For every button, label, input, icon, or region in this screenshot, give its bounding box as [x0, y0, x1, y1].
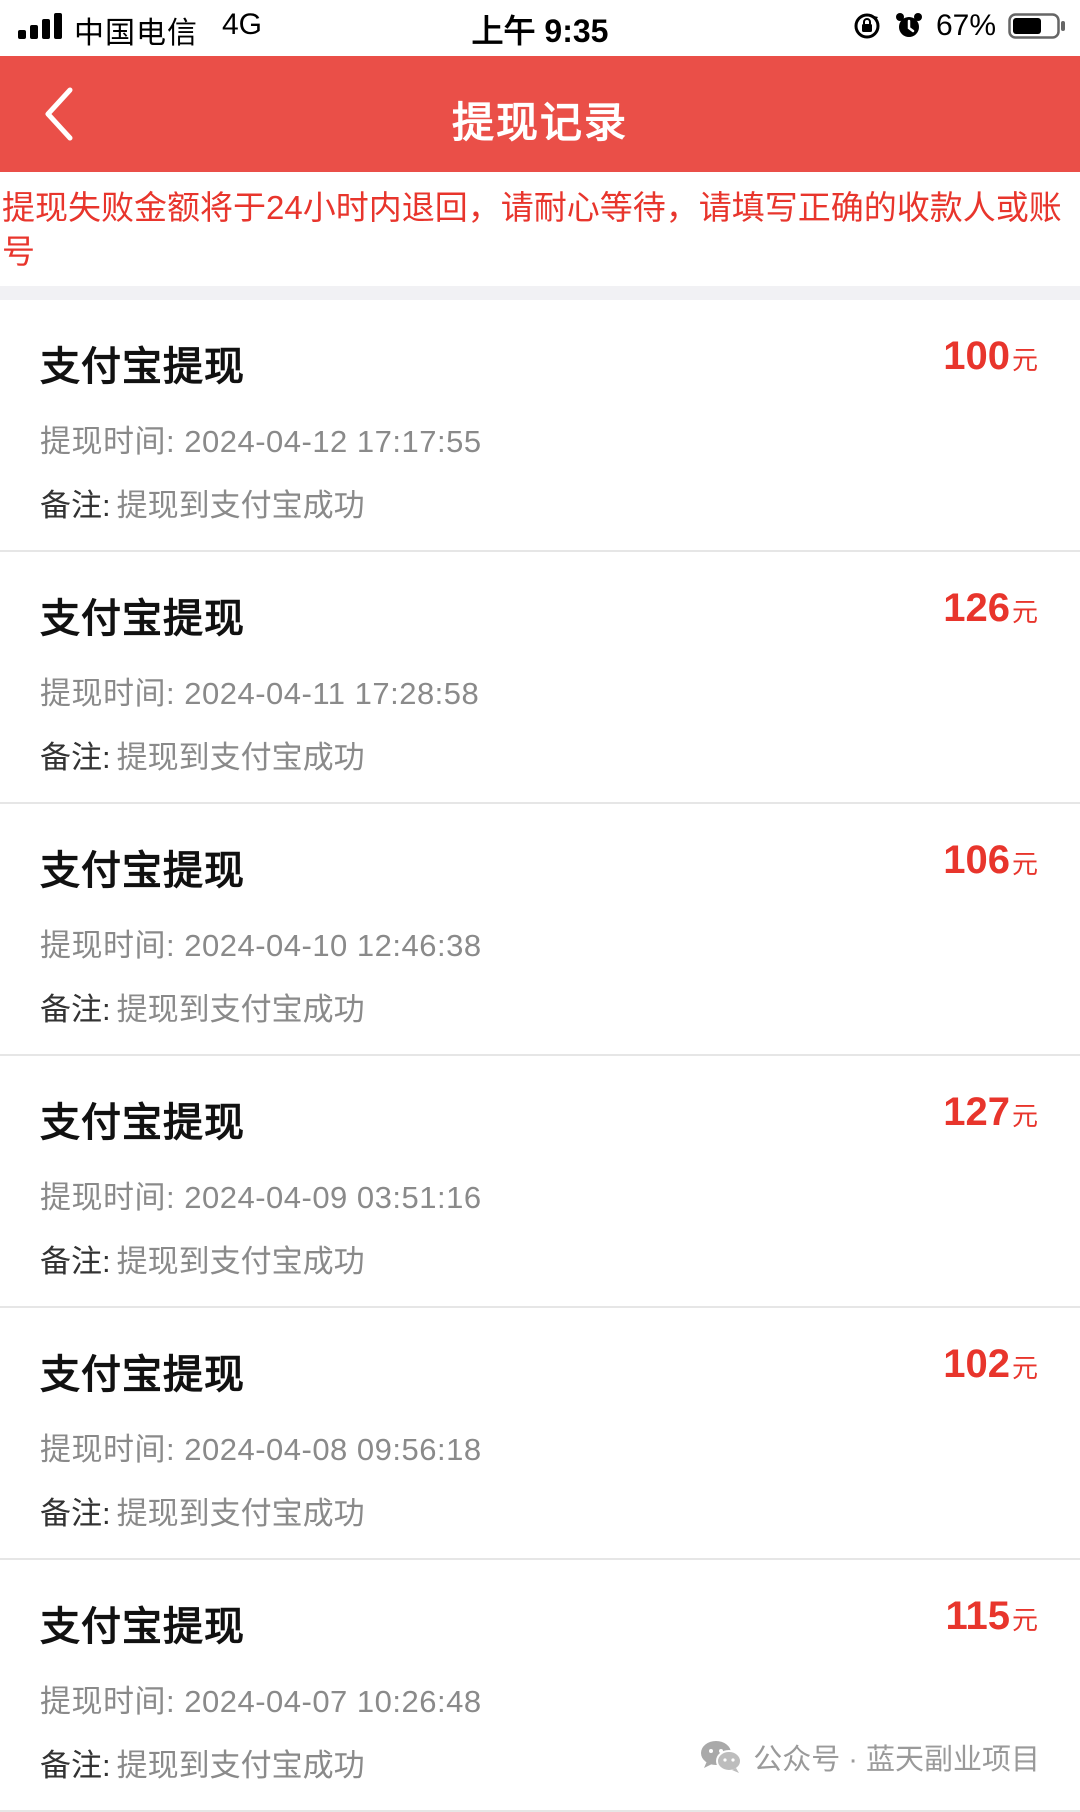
record-title: 支付宝提现 [40, 345, 245, 389]
wechat-icon [701, 1741, 743, 1773]
record-title: 支付宝提现 [40, 849, 245, 893]
notice-banner: 提现失败金额将于24小时内退回，请耐心等待，请填写正确的收款人或账号 [0, 172, 1080, 286]
status-right-group: 67% [852, 9, 1066, 43]
record-amount: 126元 [943, 586, 1038, 631]
note-label: 备注: [40, 992, 111, 1027]
amount-value: 100 [943, 334, 1010, 378]
withdrawal-record-list: 支付宝提现 100元 提现时间: 2024-04-12 17:17:55 备注: 提现到… [0, 300, 1080, 1812]
amount-value: 106 [943, 838, 1010, 882]
alarm-icon [895, 13, 922, 37]
note-label: 备注: [40, 740, 111, 775]
record-title: 支付宝提现 [40, 1353, 245, 1397]
amount-unit: 元 [1011, 1605, 1038, 1635]
record-note: 备注: 提现到支付宝成功 [40, 1236, 365, 1281]
note-label: 备注: [40, 1496, 111, 1531]
record-note: 备注: 提现到支付宝成功 [40, 1740, 365, 1785]
nav-bar: 提现记录 [0, 56, 1080, 172]
note-value: 提现到支付宝成功 [116, 1496, 365, 1531]
record-time: 提现时间: 2024-04-11 17:28:58 [40, 676, 480, 711]
amount-value: 127 [943, 1090, 1010, 1134]
record-amount: 115元 [945, 1594, 1038, 1639]
note-value: 提现到支付宝成功 [116, 1244, 365, 1279]
record-title: 支付宝提现 [40, 1101, 245, 1145]
battery-percentage: 67% [935, 9, 996, 42]
table-row[interactable]: 支付宝提现 127元提现时间: 2024-04-09 03:51:16 备注: 提现到… [0, 1056, 1080, 1308]
record-title: 支付宝提现 [40, 597, 245, 641]
record-amount: 127元 [943, 1090, 1038, 1135]
record-title: 支付宝提现 [40, 1605, 245, 1649]
note-label: 备注: [40, 1748, 111, 1783]
watermark: 公众号 · 蓝天副业项目 [699, 1736, 1040, 1778]
record-amount: 106元 [943, 838, 1038, 883]
table-row[interactable]: 支付宝提现 102元提现时间: 2024-04-08 09:56:18 备注: 提现到… [0, 1308, 1080, 1560]
table-row[interactable]: 支付宝提现 106元提现时间: 2024-04-10 12:46:38 备注: 提现到… [0, 804, 1080, 1056]
record-note: 备注: 提现到支付宝成功 [40, 732, 365, 777]
record-note: 备注: 提现到支付宝成功 [40, 984, 365, 1029]
record-time: 提现时间: 2024-04-07 10:26:48 [40, 1684, 482, 1719]
record-amount: 100元 [943, 334, 1038, 379]
status-bar: 中国电信 4G 上午 9:35 67% [0, 0, 1080, 56]
record-amount: 102元 [943, 1342, 1038, 1387]
table-row[interactable]: 支付宝提现 126元提现时间: 2024-04-11 17:28:58 备注: 提现到… [0, 552, 1080, 804]
note-value: 提现到支付宝成功 [116, 1748, 365, 1783]
record-time: 提现时间: 2024-04-09 03:51:16 [40, 1180, 482, 1215]
watermark-text: 公众号 · 蓝天副业项目 [753, 1744, 1040, 1776]
notice-text: 提现失败金额将于24小时内退回，请耐心等待，请填写正确的收款人或账号 [2, 189, 1062, 270]
record-time: 提现时间: 2024-04-10 12:46:38 [40, 928, 482, 963]
note-label: 备注: [40, 1244, 111, 1279]
amount-unit: 元 [1011, 1353, 1038, 1383]
rotation-lock-icon [854, 13, 880, 39]
amount-unit: 元 [1011, 345, 1038, 375]
page-title: 提现记录 [451, 99, 628, 146]
amount-value: 115 [945, 1594, 1010, 1638]
note-label: 备注: [40, 488, 111, 523]
note-value: 提现到支付宝成功 [116, 992, 365, 1027]
record-note: 备注: 提现到支付宝成功 [40, 480, 365, 525]
amount-unit: 元 [1011, 597, 1038, 627]
amount-unit: 元 [1011, 1101, 1038, 1131]
record-time: 提现时间: 2024-04-08 09:56:18 [40, 1432, 482, 1467]
record-note: 备注: 提现到支付宝成功 [40, 1488, 365, 1533]
section-divider [0, 286, 1080, 300]
note-value: 提现到支付宝成功 [116, 488, 365, 523]
amount-value: 126 [943, 586, 1010, 630]
table-row[interactable]: 支付宝提现 100元提现时间: 2024-04-12 17:17:55 备注: 提现到… [0, 300, 1080, 552]
record-time: 提现时间: 2024-04-12 17:17:55 [40, 424, 482, 459]
battery-icon [1008, 13, 1065, 39]
amount-unit: 元 [1011, 849, 1038, 879]
note-value: 提现到支付宝成功 [116, 740, 365, 775]
amount-value: 102 [943, 1342, 1010, 1386]
